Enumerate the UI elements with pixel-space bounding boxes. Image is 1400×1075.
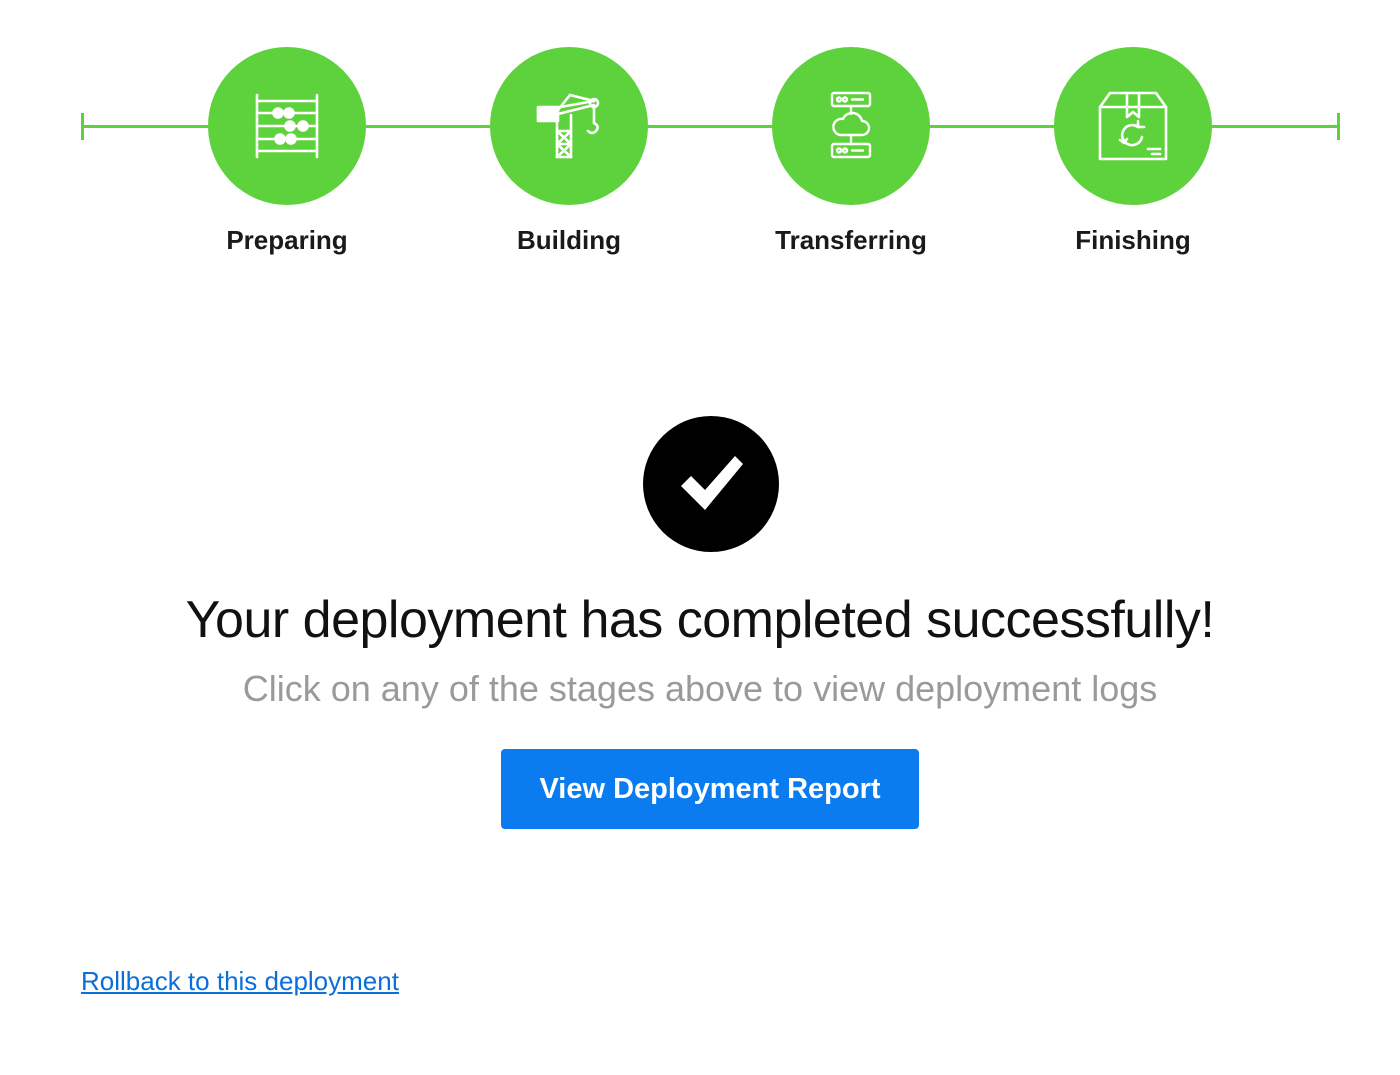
deployment-status-page: Preparing Building Transferring Finishin… — [0, 0, 1400, 1075]
checkmark-icon — [681, 456, 743, 510]
stage-label: Finishing — [1075, 225, 1191, 255]
stage-label: Transferring — [775, 225, 927, 255]
stage-preparing-circle[interactable] — [208, 47, 366, 205]
stage-label: Building — [517, 225, 621, 255]
view-deployment-report-button[interactable]: View Deployment Report — [501, 749, 919, 829]
rollback-link[interactable]: Rollback to this deployment — [81, 966, 399, 997]
server-cloud-icon — [830, 91, 872, 159]
stage-track-start-cap — [81, 113, 84, 140]
success-subline: Click on any of the stages above to view… — [242, 668, 1158, 709]
stage-finishing[interactable]: Finishing — [1023, 47, 1243, 256]
package-refresh-icon — [1098, 91, 1168, 161]
stage-transferring-circle[interactable] — [772, 47, 930, 205]
stage-preparing[interactable]: Preparing — [177, 47, 397, 256]
abacus-icon — [255, 93, 319, 159]
stage-building[interactable]: Building — [459, 47, 679, 256]
stage-building-circle[interactable] — [490, 47, 648, 205]
stage-finishing-circle[interactable] — [1054, 47, 1212, 205]
stage-transferring[interactable]: Transferring — [741, 47, 961, 256]
success-badge — [643, 416, 779, 552]
stage-label: Preparing — [226, 225, 348, 255]
success-headline: Your deployment has completed successful… — [185, 591, 1215, 649]
crane-icon — [536, 93, 600, 159]
stage-track-end-cap — [1337, 113, 1340, 140]
